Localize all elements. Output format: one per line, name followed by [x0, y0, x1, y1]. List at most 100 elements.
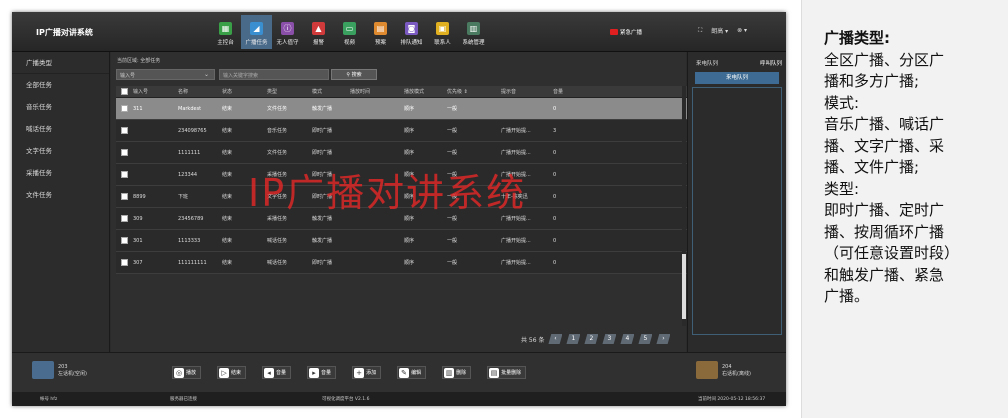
- pager-next-button[interactable]: ›: [656, 334, 671, 344]
- action-label: 播放: [186, 370, 197, 376]
- main-panel: 当前区域: 全部任务 输入号 ⌄ 输入关键字搜索 ⚲ 搜索 输入号 名称 状态 类型模…: [111, 52, 691, 352]
- search-button[interactable]: ⚲ 搜索: [331, 69, 377, 80]
- column-header: 状态: [222, 89, 233, 95]
- emergency-broadcast-button[interactable]: 紧急广播: [610, 28, 642, 36]
- select-all-checkbox[interactable]: [116, 88, 133, 95]
- status-bar: 帐号 hfz 服务器已连接 可视化调度平台 V2.1.6 当前时间 2020-0…: [12, 392, 786, 406]
- row-checkbox[interactable]: [121, 149, 128, 156]
- action-button-4[interactable]: + 添加: [352, 366, 382, 379]
- nav-item-7[interactable]: ▣ 联系人: [427, 15, 458, 49]
- sidebar-item-3[interactable]: 喊话任务: [12, 118, 109, 140]
- nav-item-label: 预案: [374, 40, 386, 46]
- sidebar-item-4[interactable]: 文字任务: [12, 140, 109, 162]
- table-cell: 301: [133, 237, 143, 244]
- table-cell: 234098765: [178, 127, 207, 134]
- nav-item-1[interactable]: ◢ 广播任务: [241, 15, 272, 49]
- row-checkbox[interactable]: [121, 215, 128, 222]
- nav-item-0[interactable]: ▦ 主控台: [210, 15, 241, 49]
- app-title: IP广播对讲系统: [36, 28, 93, 37]
- table-cell: 顺序: [404, 260, 415, 266]
- table-cell: 111111111: [178, 259, 207, 266]
- table-cell: 0: [553, 193, 557, 200]
- table-row[interactable]: 8899 下班 结束 文字任务 即时广播 顺序 一般 十年-陈奕迅 0: [116, 186, 691, 208]
- right-phone[interactable]: 204 右话机(离线): [696, 361, 751, 379]
- pager-page-button[interactable]: 5: [638, 334, 653, 344]
- pager-prev-button[interactable]: ‹: [548, 334, 563, 344]
- description-line: 播和多方广播;: [824, 72, 920, 90]
- table-row[interactable]: 1111111 结束 文件任务 即时广播 顺序 一般 广播开始提... 0: [116, 142, 691, 164]
- table-cell: 十年-陈奕迅: [501, 194, 528, 200]
- table-cell: 文字任务: [267, 194, 288, 200]
- nav-item-8[interactable]: ▥ 系统管理: [458, 15, 489, 49]
- status-server: 服务器已连接: [170, 397, 197, 402]
- fullscreen-icon[interactable]: ⛶: [698, 27, 702, 35]
- row-checkbox[interactable]: [121, 171, 128, 178]
- nav-item-6[interactable]: ◙ 排队通知: [396, 15, 427, 49]
- action-button-3[interactable]: ▸ 音量: [307, 366, 337, 379]
- user-menu[interactable]: 朗高 ▾: [711, 26, 728, 35]
- action-buttons: ◎ 播放 ▷ 结束 ◂ 音量 ▸ 音量 + 添加 ✎ 编辑 ▥ 删除 ▤ 批量删除: [172, 366, 527, 379]
- emergency-icon: [610, 29, 618, 35]
- scrollbar-thumb[interactable]: [682, 254, 686, 319]
- pager-page-button[interactable]: 2: [584, 334, 599, 344]
- action-button-6[interactable]: ▥ 删除: [442, 366, 472, 379]
- row-checkbox[interactable]: [121, 127, 128, 134]
- row-checkbox[interactable]: [121, 193, 128, 200]
- table-row[interactable]: 307 111111111 结束 喊话任务 即时广播 顺序 一般 广播开始提... 0: [116, 252, 691, 274]
- keyword-search-input[interactable]: 输入关键字搜索: [219, 69, 329, 80]
- pager-page-button[interactable]: 3: [602, 334, 617, 344]
- table-row[interactable]: 234098765 结束 音乐任务 即时广播 顺序 一般 广播开始提... 3: [116, 120, 691, 142]
- nav-item-4[interactable]: ▭ 视频: [334, 15, 365, 49]
- action-button-7[interactable]: ▤ 批量删除: [487, 366, 527, 379]
- table-row[interactable]: 301 1113333 结束 喊话任务 触发广播 顺序 一般 广播开始提... 0: [116, 230, 691, 252]
- sidebar-item-6[interactable]: 文件任务: [12, 184, 109, 206]
- table-cell: 触发广播: [312, 106, 333, 112]
- top-right-tools: ⛶ 朗高 ▾ ⊗ ▾: [698, 26, 747, 36]
- row-checkbox-cell: [116, 127, 133, 134]
- left-phone[interactable]: 203 左话机(空闲): [32, 361, 87, 379]
- row-checkbox[interactable]: [121, 237, 128, 244]
- table-row[interactable]: 123344 结束 采播任务 即时广播 顺序 一般 广播开始提... 0: [116, 164, 691, 186]
- table-header: 输入号 名称 状态 类型 模式 播放时间 播放模式 优先级 ⇕ 提示音 音量: [116, 86, 691, 98]
- row-checkbox[interactable]: [121, 259, 128, 266]
- table-cell: 0: [553, 215, 557, 222]
- nav-item-label: 广播任务: [245, 40, 268, 46]
- nav-item-3[interactable]: ▲ 报警: [303, 15, 334, 49]
- column-header: 提示音: [501, 89, 517, 95]
- right-phone-name: 右话机(离线): [722, 370, 751, 377]
- row-checkbox-cell: [116, 237, 133, 244]
- action-button-1[interactable]: ▷ 结束: [217, 366, 247, 379]
- checkbox[interactable]: [121, 88, 128, 95]
- sidebar-item-2[interactable]: 音乐任务: [12, 96, 109, 118]
- table-cell: 下班: [178, 194, 189, 200]
- table-scrollbar[interactable]: [682, 86, 686, 326]
- column-header: 播放时间: [350, 89, 371, 95]
- table-cell: 喊话任务: [267, 238, 288, 244]
- action-button-2[interactable]: ◂ 音量: [262, 366, 292, 379]
- table-cell: 307: [133, 259, 143, 266]
- pager-page-button[interactable]: 1: [566, 334, 581, 344]
- tab-call-queue[interactable]: 呼叫队列: [760, 59, 782, 69]
- input-number-select[interactable]: 输入号 ⌄: [116, 69, 215, 80]
- description-text: 广播类型: 全区广播、分区广 播和多方广播; 模式: 音乐广播、喊话广 播、文字广播、采播…: [824, 28, 994, 308]
- tab-incoming-queue[interactable]: 来电队列: [696, 59, 718, 69]
- description-line: 即时广播、定时广: [824, 201, 945, 219]
- description-line: 模式:: [824, 93, 860, 112]
- sidebar-item-5[interactable]: 采播任务: [12, 162, 109, 184]
- action-button-0[interactable]: ◎ 播放: [172, 366, 202, 379]
- nav-item-5[interactable]: ▤ 预案: [365, 15, 396, 49]
- pager-page-button[interactable]: 4: [620, 334, 635, 344]
- nav-item-2[interactable]: ⓘ 无人值守: [272, 15, 303, 49]
- column-header[interactable]: 优先级 ⇕: [447, 88, 501, 95]
- row-checkbox[interactable]: [121, 105, 128, 112]
- table-row[interactable]: 309 23456789 结束 采播任务 触发广播 顺序 一般 广播开始提... 0: [116, 208, 691, 230]
- row-checkbox-cell: [116, 193, 133, 200]
- sidebar: 广播类型 全部任务 音乐任务 喊话任务 文字任务 采播任务 文件任务: [12, 52, 110, 352]
- avatar[interactable]: ⊗ ▾: [737, 27, 747, 34]
- action-button-5[interactable]: ✎ 编辑: [397, 366, 427, 379]
- table-cell: 结束: [222, 238, 233, 244]
- table-row[interactable]: 311 Markdest 结束 文件任务 触发广播 顺序 一般 0: [116, 98, 691, 120]
- nav-item-label: 排队通知: [400, 40, 423, 46]
- sidebar-item-1[interactable]: 全部任务: [12, 74, 109, 96]
- table-cell: 一般: [447, 172, 458, 178]
